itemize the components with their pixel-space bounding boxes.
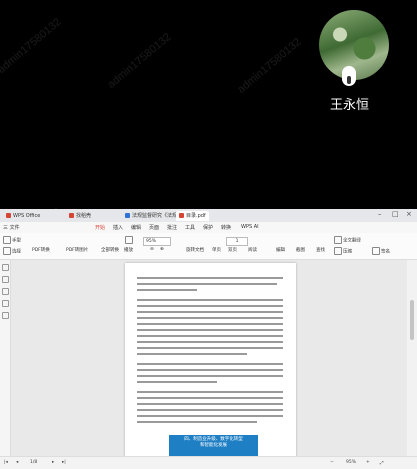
comment-icon[interactable] [2,288,9,295]
microphone-icon[interactable] [342,66,356,86]
menu-home[interactable]: 开始 [95,224,105,231]
select-tool-button[interactable]: 选择 [3,247,21,255]
menu-wps-ai[interactable]: WPS AI [241,224,259,230]
document-canvas[interactable]: 四、制造业升级、数字化转型 和智能化发展 [11,260,407,463]
compress-button[interactable]: 压缩 [334,247,352,255]
vertical-scrollbar[interactable] [408,260,417,456]
docer-icon [69,213,74,218]
zoom-in-icon[interactable]: + [366,460,370,465]
pdf-convert-button[interactable]: PDF转换 [32,247,50,253]
status-zoom[interactable]: 95% [346,460,356,465]
page-indicator[interactable]: 1/8 [30,460,37,465]
single-page-label: 单页 [212,248,221,253]
tab-pdf[interactable]: 目录.pdf [176,211,209,221]
scrollbar-thumb[interactable] [410,300,414,340]
menu-tools[interactable]: 工具 [185,224,195,231]
participant-name: 王永恒 [330,98,370,113]
hand-tool-label: 手型 [12,238,21,244]
read-mode-button[interactable]: 阅读 [248,247,257,253]
pdf-to-image-label: PDF转图片 [66,248,89,253]
pdf-page: 四、制造业升级、数字化转型 和智能化发展 [125,263,296,463]
menu-protect[interactable]: 保护 [203,224,213,231]
read-mode-label: 阅读 [248,248,257,253]
zoom-out-icon[interactable]: − [330,460,334,465]
attachment-icon[interactable] [2,312,9,319]
section-heading-line2: 和智能化发展 [200,443,227,448]
zoom-select[interactable]: 95% [143,237,171,246]
close-icon[interactable]: × [406,210,412,218]
wps-icon [6,213,11,218]
find-label: 查找 [316,248,325,253]
double-page-label: 双页 [228,248,237,253]
maximize-icon[interactable]: □ [392,210,399,218]
compress-label: 压缩 [343,249,352,255]
find-button[interactable]: 查找 [316,247,325,253]
menu-insert[interactable]: 插入 [113,224,123,231]
thumbnail-icon[interactable] [2,264,9,271]
nav-last-icon[interactable]: ▸| [62,460,66,465]
tab-label: 目录.pdf [186,213,206,219]
tab-label: 法规监督研究《法规》 [132,213,183,219]
tab-bar: WPS Office 找稻壳 法规监督研究《法规》 目录.pdf – □ × [0,209,417,222]
play-button[interactable] [125,236,134,244]
full-translate-button[interactable]: 全文翻译 [334,236,361,244]
zoom-out-icon[interactable]: ⊖ [150,247,154,252]
nav-next-icon[interactable]: ▸ [52,460,54,465]
nav-prev-icon[interactable]: ◂ [16,460,18,465]
menu-comment[interactable]: 批注 [167,224,177,231]
screenshot-label: 截图 [296,248,305,253]
signature-icon [372,247,380,255]
all-convert-label: 全部转换 [101,248,119,253]
compress-icon [334,247,342,255]
all-convert-button[interactable]: 全部转换 [101,247,119,253]
fit-width-icon[interactable]: ⤢ [380,460,384,466]
hand-icon [3,236,11,244]
translate-icon [334,236,342,244]
zoom-in-icon[interactable]: ⊕ [160,247,164,252]
full-translate-label: 全文翻译 [343,238,361,244]
rotate-button[interactable]: 旋转文档 [186,247,204,253]
page-number-input[interactable]: 1 [226,237,248,246]
hand-tool-button[interactable]: 手型 [3,236,21,244]
watermark-text: admin17580132 [105,31,174,91]
pdf-convert-label: PDF转换 [32,248,50,253]
pdf-icon [179,213,184,218]
ribbon-toolbar: 手型 选择 PDF转换 PDF转图片 全部转换 播放 95% ⊖ ⊕ 旋转文档 … [0,233,417,260]
menu-convert[interactable]: 转换 [221,224,231,231]
bookmark-icon[interactable] [2,276,9,283]
nav-first-icon[interactable]: |◂ [4,460,8,465]
word-icon [125,213,130,218]
select-tool-label: 选择 [12,249,21,255]
edit-content-button[interactable]: 编辑 [276,247,285,253]
left-sidebar [0,260,11,456]
search-icon[interactable] [2,300,9,307]
status-bar: |◂ ◂ 1/8 ▸ ▸| − 95% + ⤢ [0,456,417,469]
play-icon [125,236,133,244]
menu-page[interactable]: 页面 [149,224,159,231]
rotate-label: 旋转文档 [186,248,204,253]
tab-label: 找稻壳 [76,213,92,219]
tab-label: WPS Office [13,213,41,219]
double-page-button[interactable]: 双页 [228,247,237,253]
pdf-to-image-button[interactable]: PDF转图片 [66,247,88,253]
watermark-text: admin17580132 [0,16,64,76]
screenshot-button[interactable]: 截图 [296,247,305,253]
tab-wps-office[interactable]: WPS Office [3,211,43,221]
shared-screen-window: WPS Office 找稻壳 法规监督研究《法规》 目录.pdf – □ × 三… [0,209,417,469]
single-page-button[interactable]: 单页 [212,247,221,253]
play-label: 播放 [124,248,133,253]
cursor-icon [3,247,11,255]
menu-file[interactable]: 三 文件 [3,224,20,231]
sign-label: 签名 [381,249,390,255]
sign-button[interactable]: 签名 [372,247,390,255]
tab-docer[interactable]: 找稻壳 [66,211,94,221]
minimize-icon[interactable]: – [378,210,382,218]
watermark-text: admin17580132 [235,36,304,96]
edit-content-label: 编辑 [276,248,285,253]
menu-edit[interactable]: 编辑 [131,224,141,231]
